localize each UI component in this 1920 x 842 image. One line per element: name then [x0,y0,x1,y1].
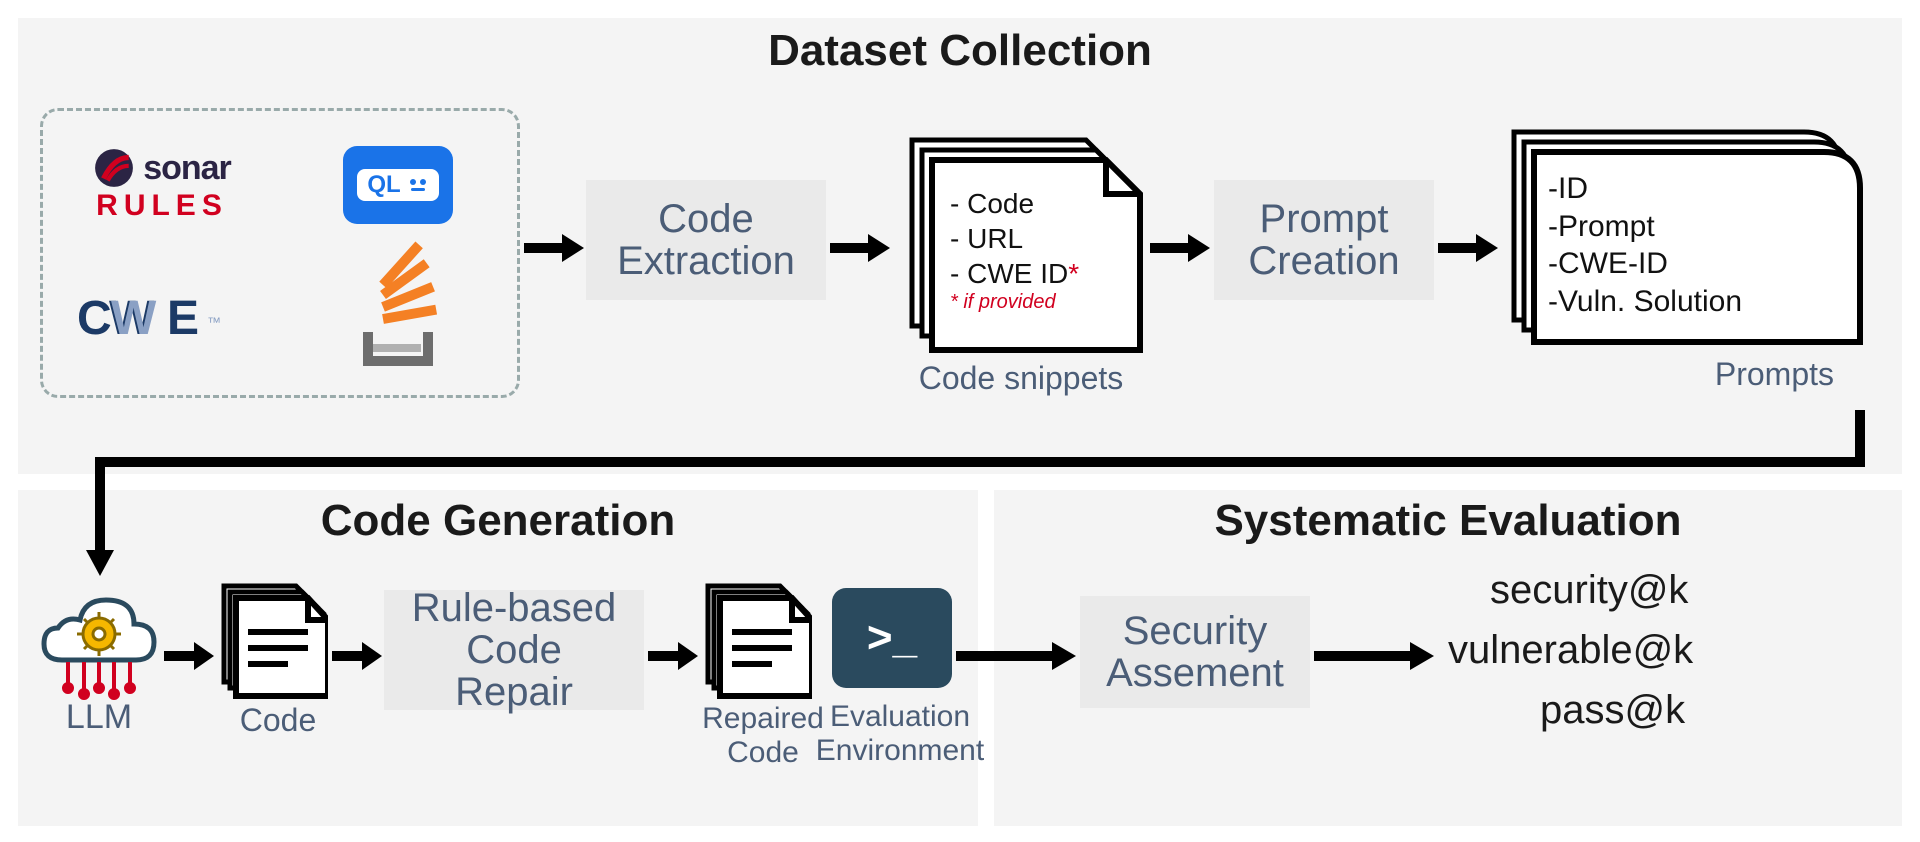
snippet-line-cweid: - CWE ID* [950,256,1079,291]
metric-security-at-k: security@k [1490,568,1688,613]
llm-icon: LLM [34,580,164,730]
svg-text:W: W [111,292,157,345]
terminal-icon: >_ [832,588,952,688]
arrow-security-to-metrics [1314,636,1434,676]
arrow-repair-to-repaired [648,636,698,676]
arrow-sources-to-extraction [524,228,584,268]
step-prompt-creation-label: Prompt Creation [1248,198,1399,282]
prompts-line-prompt: -Prompt [1548,208,1742,246]
step-rule-based-repair: Rule-based Code Repair [384,590,644,710]
llm-caption: LLM [34,698,164,737]
metric-pass-at-k: pass@k [1540,688,1685,733]
prompts-caption: Prompts [1504,356,1864,393]
step-security-assessment: Security Assement [1080,596,1310,708]
terminal-glyph-icon: >_ [867,613,917,663]
svg-text:C: C [77,292,112,345]
arrow-snippets-to-prompt [1150,228,1210,268]
arrow-llm-to-code [164,636,214,676]
ql-badge-icon: QL [343,146,453,224]
ql-face-icon [407,177,429,193]
step-code-extraction-label: Code Extraction [617,198,795,282]
snippet-line-code: - Code [950,186,1079,221]
snippet-cweid-text: - CWE ID [950,258,1068,289]
arrow-env-to-security [956,636,1076,676]
data-sources-box: sonar RULES QL C W W E ™ [40,108,520,398]
stackoverflow-logo-icon [353,276,443,366]
evaluation-environment-caption: Evaluation Environment [800,700,1000,768]
arrow-extraction-to-snippets [830,228,890,268]
svg-text:E: E [167,292,199,345]
snippet-if-provided-note: * if provided [950,291,1079,314]
sonar-rules-logo: sonar RULES [93,147,231,223]
step-security-assessment-label: Security Assement [1106,610,1284,694]
snippet-cweid-star: * [1068,258,1079,289]
svg-text:™: ™ [207,314,221,330]
snippet-line-url: - URL [950,221,1079,256]
arrow-prompt-to-prompts-doc [1438,228,1498,268]
step-code-extraction: Code Extraction [586,180,826,300]
metric-vulnerable-at-k: vulnerable@k [1448,628,1693,673]
cwe-logo: C W W E ™ [77,289,247,354]
prompts-line-vulnsolution: -Vuln. Solution [1548,283,1742,321]
generated-code-caption: Code [218,702,338,739]
code-snippets-caption: Code snippets [896,360,1146,397]
step-rule-repair-label: Rule-based Code Repair [402,587,626,713]
panel-dataset-title: Dataset Collection [18,18,1902,76]
sonar-rules-word: RULES [96,189,228,223]
arrow-code-to-repair [332,636,382,676]
ql-label: QL [367,171,400,199]
sonar-word: sonar [143,149,231,188]
sonar-glyph-icon [93,147,135,189]
generated-code-doc: Code [218,582,338,742]
prompts-line-cweid: -CWE-ID [1548,245,1742,283]
code-snippets-doc-stack: - Code - URL - CWE ID* * if provided Cod… [896,136,1146,398]
prompts-doc-stack: -ID -Prompt -CWE-ID -Vuln. Solution Prom… [1504,128,1864,400]
prompts-line-id: -ID [1548,170,1742,208]
step-prompt-creation: Prompt Creation [1214,180,1434,300]
